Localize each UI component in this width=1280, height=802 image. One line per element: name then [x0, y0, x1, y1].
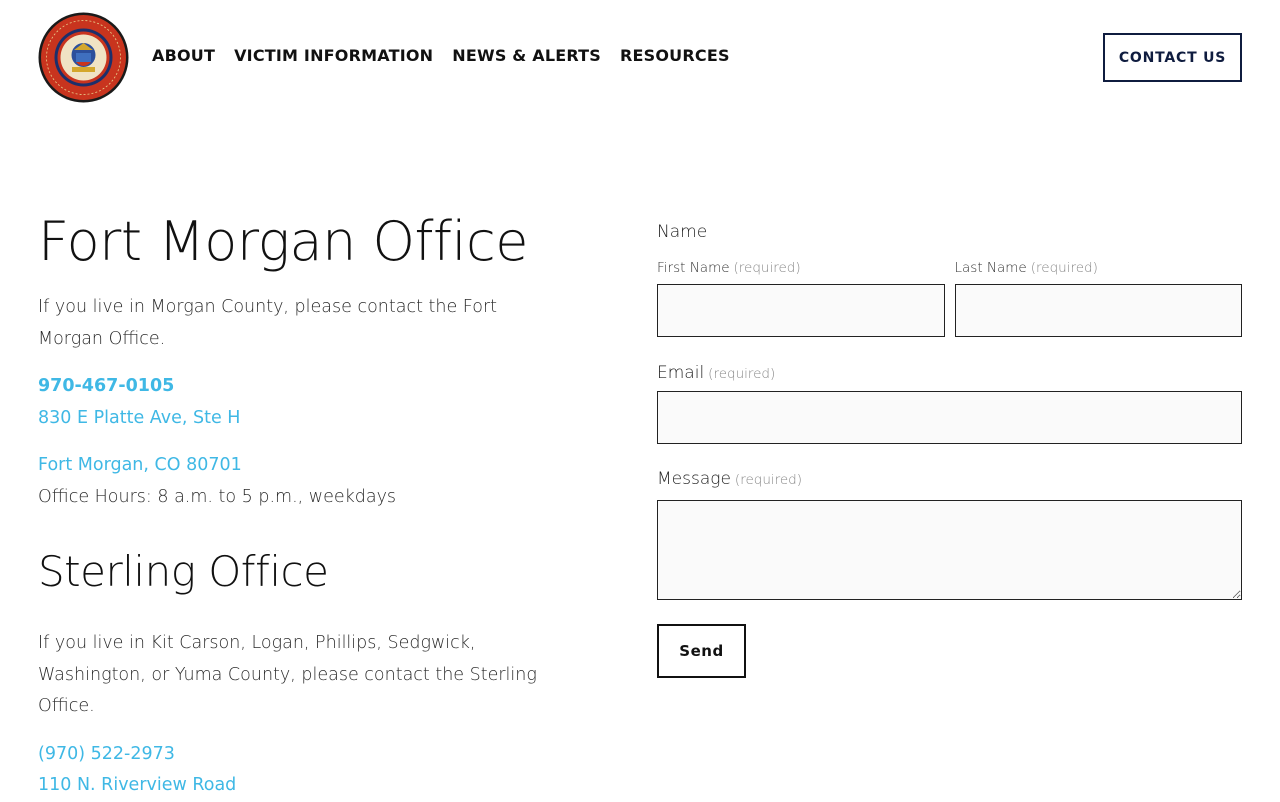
sterling-intro: If you live in Kit Carson, Logan, Philli…: [38, 633, 537, 716]
contact-form: Name First Name (required) Last Name (requ…: [657, 220, 1242, 678]
nav-item-news-alerts[interactable]: NEWS & ALERTS: [452, 46, 601, 65]
fort-morgan-address-line1-link[interactable]: 830 E Platte Ave, Ste H: [38, 403, 538, 435]
send-button[interactable]: Send: [657, 624, 746, 678]
last-name-input[interactable]: [954, 284, 1242, 337]
last-name-field-group: Last Name (required): [954, 257, 1242, 337]
fort-morgan-phone-link[interactable]: 970-467-0105: [38, 371, 538, 403]
fort-morgan-intro: If you live in Morgan County, please con…: [38, 297, 497, 349]
first-name-label: First Name: [657, 260, 730, 276]
name-legend: Name: [657, 222, 708, 242]
sterling-office-title: Sterling Office: [38, 547, 329, 596]
fort-morgan-hours: Office Hours: 8 a.m. to 5 p.m., weekdays: [38, 486, 397, 507]
main-nav: ABOUT VICTIM INFORMATION NEWS & ALERTS R…: [152, 46, 749, 65]
email-field-group: Email (required): [657, 361, 1242, 444]
message-label: Message: [657, 469, 731, 489]
message-field-group: Message (required): [657, 467, 1242, 604]
email-required-note: (required): [708, 366, 776, 382]
last-name-required-note: (required): [1030, 260, 1098, 276]
offices-section: Fort Morgan Office If you live in Morgan…: [38, 210, 538, 802]
email-label: Email: [657, 363, 705, 383]
first-name-input[interactable]: [657, 284, 945, 337]
contact-us-button[interactable]: CONTACT US: [1103, 33, 1242, 82]
site-header: ABOUT VICTIM INFORMATION NEWS & ALERTS R…: [0, 0, 1280, 115]
nav-item-victim-information[interactable]: VICTIM INFORMATION: [234, 46, 433, 65]
message-required-note: (required): [734, 472, 803, 488]
fort-morgan-office-title: Fort Morgan Office: [38, 210, 528, 273]
email-input[interactable]: [657, 391, 1242, 444]
nav-item-resources[interactable]: RESOURCES: [620, 46, 730, 65]
last-name-label: Last Name: [954, 260, 1027, 276]
message-textarea[interactable]: [657, 500, 1242, 600]
first-name-field-group: First Name (required): [657, 257, 945, 337]
fort-morgan-address-line2-link[interactable]: Fort Morgan, CO 80701: [38, 450, 538, 482]
district-attorney-seal-logo[interactable]: [38, 12, 129, 103]
sterling-phone-link[interactable]: (970) 522-2973: [38, 739, 538, 771]
sterling-address-line1-link[interactable]: 110 N. Riverview Road: [38, 770, 538, 802]
name-fields-row: First Name (required) Last Name (required): [657, 257, 1242, 337]
nav-item-about[interactable]: ABOUT: [152, 46, 215, 65]
first-name-required-note: (required): [733, 260, 801, 276]
